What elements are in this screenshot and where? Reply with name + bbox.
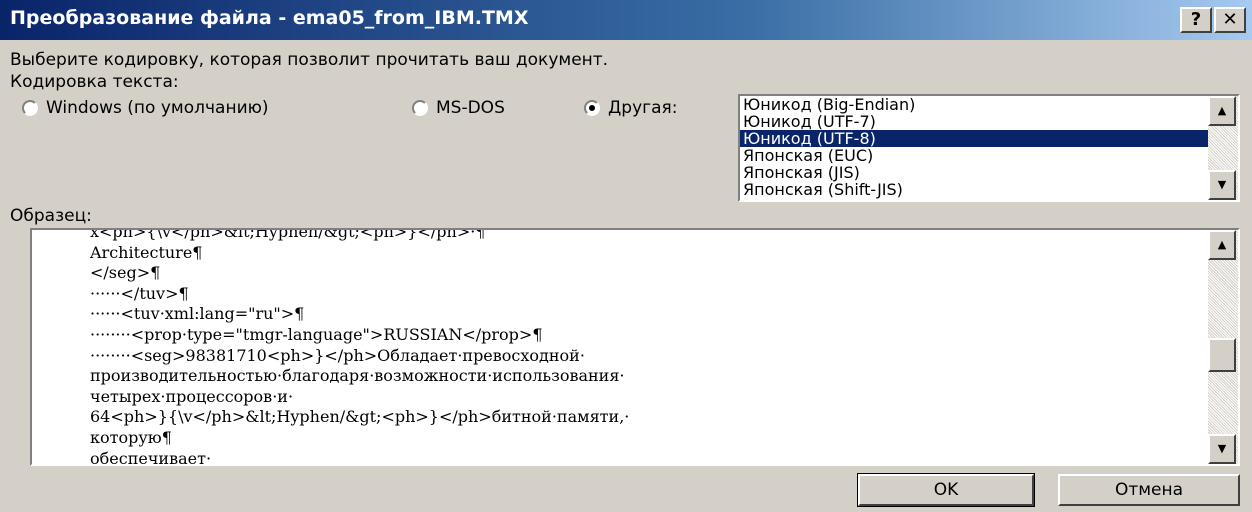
instruction-text: Выберите кодировку, которая позволит про… [10,50,609,70]
radio-checked-icon [584,100,600,116]
scroll-up-button[interactable]: ▲ [1208,96,1236,126]
radio-other-label: Другая: [608,98,678,118]
radio-msdos-label: MS-DOS [436,98,505,118]
encoding-option[interactable]: Японская (EUC) [740,147,1208,164]
scroll-down-button[interactable]: ▼ [1208,170,1236,200]
radio-windows-label: Windows (по умолчанию) [46,98,269,118]
title-bar[interactable]: Преобразование файла - ema05_from_IBM.TM… [0,0,1252,40]
scroll-thumb[interactable] [1208,338,1236,372]
sample-line: обеспечивает· [90,448,212,466]
sample-line: x<ph>{\v</ph>&lt;Hyphen/&gt;<ph>}</ph>·¶ [90,228,486,241]
sample-line: производительностью·благодаря·возможност… [90,366,625,386]
encoding-option[interactable]: Японская (JIS) [740,164,1208,181]
sample-text: x<ph>{\v</ph>&lt;Hyphen/&gt;<ph>}</ph>·¶… [90,228,630,466]
sample-line: ······<tuv·xml:lang="ru">¶ [90,304,305,324]
encoding-option[interactable]: Японская (Shift-JIS) [740,181,1208,198]
sample-line: ······</tuv>¶ [90,283,189,303]
sample-label: Образец: [10,206,92,226]
radio-other[interactable]: Другая: [584,98,677,118]
sample-scrollbar[interactable]: ▲ ▼ [1208,230,1238,464]
scroll-down-button[interactable]: ▼ [1208,434,1236,464]
encoding-label: Кодировка текста: [10,72,179,92]
convert-file-dialog: Преобразование файла - ema05_from_IBM.TM… [0,0,1252,512]
radio-circle-icon [412,100,428,116]
encoding-option[interactable]: Юникод (UTF-7) [740,113,1208,130]
encoding-listbox[interactable]: Юникод (Big-Endian) Юникод (UTF-7) Юникод … [738,94,1240,202]
radio-windows[interactable]: Windows (по умолчанию) [22,98,269,118]
close-button[interactable]: ✕ [1214,7,1246,33]
sample-line: </seg>¶ [90,263,161,283]
help-button[interactable]: ? [1180,7,1212,33]
sample-line: 64<ph>}{\v</ph>&lt;Hyphen/&gt;<ph>}</ph>… [90,407,630,427]
ok-button[interactable]: OK [857,473,1035,507]
sample-line: которую¶ [90,427,172,447]
encoding-scrollbar[interactable]: ▲ ▼ [1208,96,1238,200]
scroll-up-button[interactable]: ▲ [1208,230,1236,260]
sample-line: Architecture¶ [90,242,203,262]
sample-line: ········<seg>98381710<ph>}</ph>Обладает·… [90,345,585,365]
sample-preview[interactable]: x<ph>{\v</ph>&lt;Hyphen/&gt;<ph>}</ph>·¶… [30,228,1240,466]
encoding-option[interactable]: Юникод (UTF-8) [740,130,1208,147]
radio-msdos[interactable]: MS-DOS [412,98,505,118]
window-title: Преобразование файла - ema05_from_IBM.TM… [10,7,529,29]
encoding-list-items: Юникод (Big-Endian) Юникод (UTF-7) Юникод … [740,96,1208,198]
radio-circle-icon [22,100,38,116]
encoding-option[interactable]: Юникод (Big-Endian) [740,96,1208,113]
sample-line: четырех·процессоров·и· [90,386,294,406]
cancel-button[interactable]: Отмена [1058,474,1240,506]
sample-line: ········<prop·type="tmgr-language">RUSSI… [90,324,543,344]
